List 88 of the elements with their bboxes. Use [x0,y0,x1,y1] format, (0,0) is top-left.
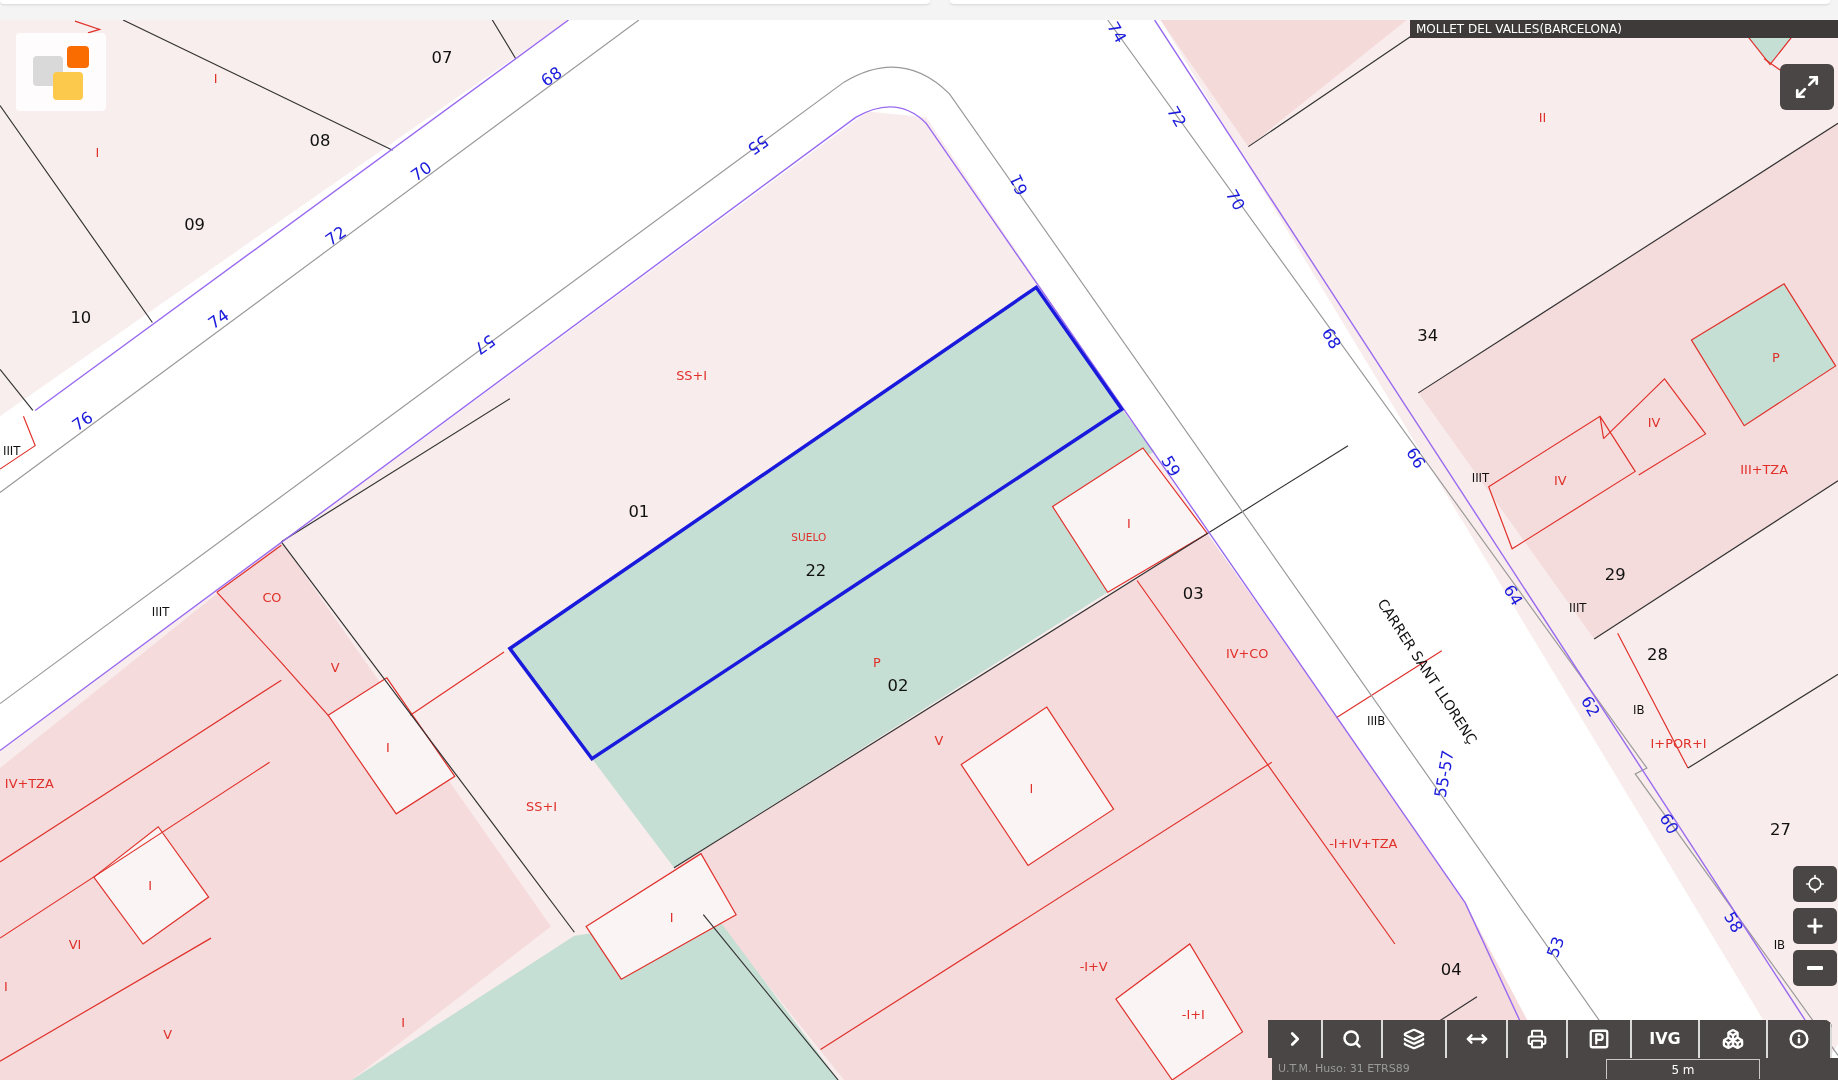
parcel-number: 08 [309,131,331,151]
building-code: IB [1633,703,1645,718]
parking-icon [1588,1028,1610,1050]
street-number: 61 [1005,171,1032,199]
floor-label: SS+I [676,367,708,383]
floor-label: IV [1553,473,1567,489]
street-number: 53 [1543,934,1569,961]
expand-icon [1794,74,1820,100]
building-code: IIIT [1569,601,1587,616]
plus-icon [1804,915,1826,937]
parcel-number: 09 [184,214,206,234]
street-number: 55-57 [1430,748,1458,799]
street-number: 76 [68,407,97,436]
parcel-number: 28 [1647,645,1668,665]
cubes-icon [1722,1028,1744,1050]
floor-label: I [669,909,674,925]
building-code: IIIT [151,604,170,619]
parcel-number: 01 [628,502,650,521]
street-number: 57 [470,330,499,359]
floor-label: I [1126,515,1131,531]
locate-button[interactable] [1793,866,1837,902]
building-code: IB [1773,937,1786,952]
street-number: 68 [1317,324,1345,353]
parcel-number: 10 [70,308,92,328]
building-code: IIIT [2,444,21,458]
floor-label: V [330,659,340,675]
floor-label: III+TZA [1740,461,1788,477]
fullscreen-button[interactable] [1780,64,1834,110]
street-number: 62 [1576,692,1604,721]
zoom-out-button[interactable] [1793,950,1837,986]
street-number: 70 [407,157,436,186]
street-number: 68 [537,62,566,91]
floor-label: SS+I [526,799,557,815]
cadastral-map[interactable] [0,20,1838,1080]
street-number: 64 [1499,581,1527,610]
logo-icon[interactable] [16,33,106,111]
printer-icon [1527,1029,1547,1049]
floor-label: I [386,739,390,755]
search-icon [1342,1029,1362,1049]
floor-label: V [163,1026,173,1042]
parcel-number: 29 [1604,565,1626,585]
street-number: 55 [743,131,772,159]
street-number: 70 [1221,186,1249,214]
street-number: 58 [1719,908,1747,937]
floor-label: IV+TZA [4,776,54,791]
locate-icon [1805,874,1825,894]
selected-parcel-outline[interactable] [507,284,1125,762]
building-code: IIIT [1471,470,1490,485]
floor-label: SUELO [791,531,827,544]
floor-label: I [3,978,8,994]
floor-label: VI [68,936,82,952]
floor-label: V [934,732,944,748]
zoom-in-button[interactable] [1793,908,1837,944]
floor-label: IV+CO [1225,645,1269,661]
floor-label: I [1029,780,1034,796]
floor-label: CO [262,589,282,605]
floor-label: P [872,655,881,671]
floor-label: I [148,878,152,894]
floor-label: P [1772,350,1780,366]
street-number: 72 [321,222,350,250]
building-code: IIIB [1366,713,1386,728]
parcel-number: 02 [887,675,909,695]
location-title: MOLLET DEL VALLES(BARCELONA) [1410,20,1838,38]
street-number: 66 [1402,444,1430,472]
coordinates-text: U.T.M. Huso: 31 ETRS89 [1278,1060,1411,1077]
floor-label: I [95,145,100,161]
parcel-number: 34 [1417,326,1439,346]
street-number: 60 [1655,810,1683,838]
floor-label: -I+V [1079,958,1108,974]
parcel-number: 03 [1182,584,1204,604]
street-number: 74 [1103,20,1131,47]
minus-icon [1807,966,1823,970]
info-icon [1789,1029,1809,1049]
parcel-number: 04 [1440,960,1462,980]
scale-bar: 5 m [1606,1059,1760,1079]
floor-label: IV [1647,414,1661,430]
floor-label: II [1538,110,1547,125]
floor-label: I [213,71,218,87]
parcel-number: 22 [805,560,827,580]
street-number: 59 [1157,452,1185,481]
street-number: 74 [204,305,233,334]
floor-label: -I+I [1181,1007,1205,1022]
floor-label: -I+IV+TZA [1329,835,1398,851]
parcel-number: 07 [431,48,453,68]
parcel-number: 27 [1770,819,1791,839]
layers-icon [1403,1028,1425,1050]
floor-label: I [401,1015,406,1031]
street-number: 72 [1163,103,1190,131]
